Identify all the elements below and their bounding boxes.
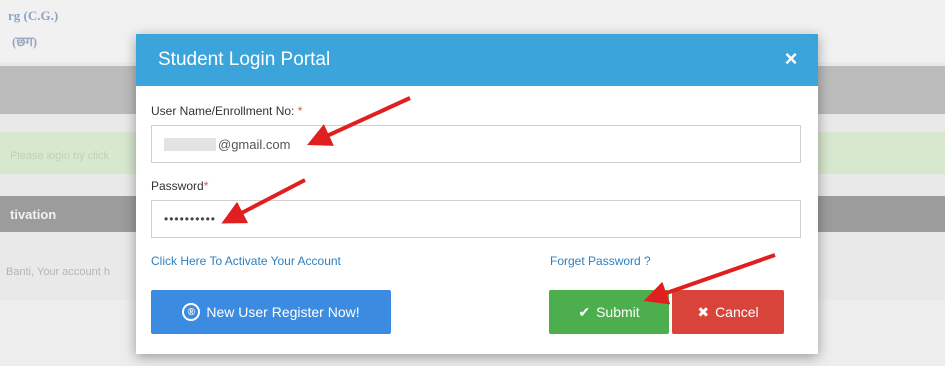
background-section-heading: tivation — [10, 207, 57, 222]
modal-header: Student Login Portal × — [136, 34, 818, 86]
redacted-text — [164, 138, 216, 151]
submit-button-label: Submit — [596, 304, 640, 320]
required-asterisk: * — [203, 179, 209, 193]
password-label-text: Password — [151, 179, 204, 193]
activate-account-link[interactable]: Click Here To Activate Your Account — [151, 254, 341, 268]
close-icon[interactable]: × — [778, 46, 804, 72]
submit-button[interactable]: ✔ Submit — [549, 290, 669, 334]
new-user-register-button[interactable]: ® New User Register Now! — [151, 290, 391, 334]
password-dots: •••••••••• — [164, 212, 217, 226]
login-modal: Student Login Portal × User Name/Enrollm… — [136, 34, 818, 354]
username-input[interactable]: @gmail.com — [151, 125, 801, 163]
modal-title: Student Login Portal — [158, 49, 331, 70]
username-value-text: @gmail.com — [218, 137, 291, 152]
background-alert-text: Please login by click — [10, 150, 110, 162]
username-value: @gmail.com — [164, 137, 290, 152]
password-input[interactable]: •••••••••• — [151, 200, 801, 238]
background-logo-text: rg (C.G.) — [8, 8, 59, 23]
background-body-text: Banti, Your account h — [6, 266, 110, 278]
check-icon: ✔ — [578, 303, 591, 320]
registered-icon: ® — [182, 303, 201, 321]
username-label: User Name/Enrollment No: * — [151, 104, 302, 118]
username-label-text: User Name/Enrollment No: — [151, 104, 295, 118]
cancel-button-label: Cancel — [715, 304, 759, 320]
cancel-button[interactable]: ✖ Cancel — [672, 290, 784, 334]
cross-icon: ✖ — [697, 303, 710, 320]
register-button-label: New User Register Now! — [206, 304, 360, 320]
required-asterisk: * — [297, 104, 303, 118]
password-label: Password* — [151, 179, 208, 193]
password-value: •••••••••• — [164, 212, 216, 226]
background-logo-subtext: (छग) — [12, 34, 38, 49]
forgot-password-link[interactable]: Forget Password ? — [550, 254, 651, 268]
